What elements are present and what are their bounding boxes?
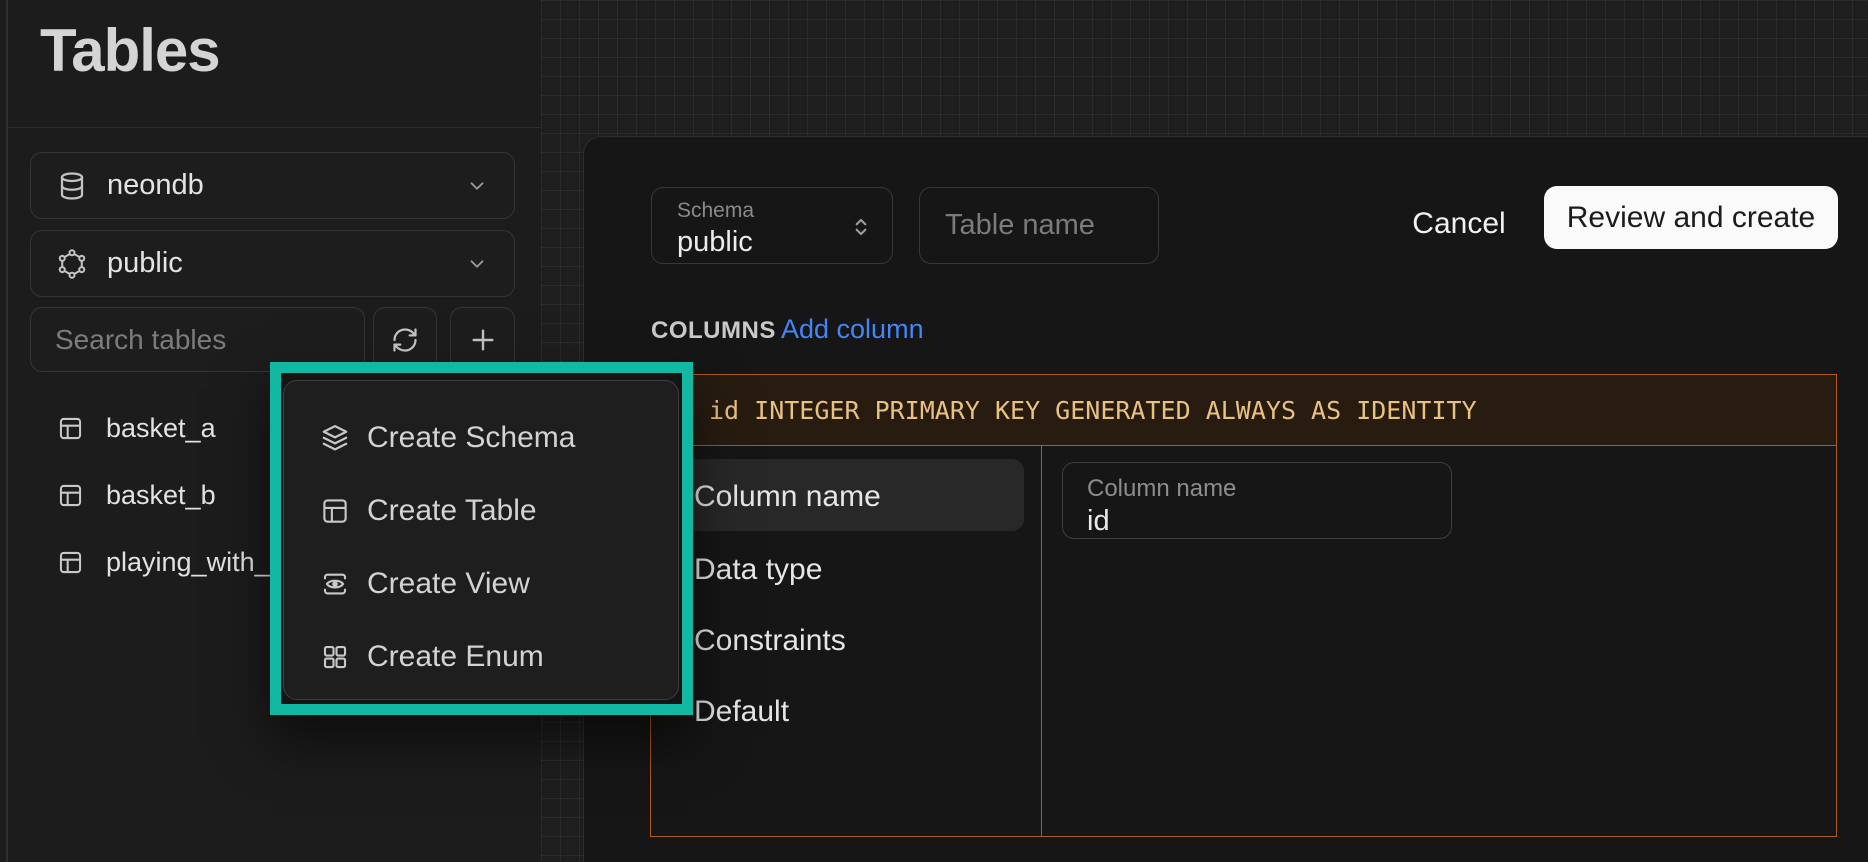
table-name: basket_a [106,413,216,444]
view-eye-icon [320,569,350,599]
schema-select[interactable]: Schema public [651,187,893,264]
menu-item-label: Create Schema [367,421,575,455]
refresh-icon [391,326,419,354]
menu-item-create-schema[interactable]: Create Schema [284,401,678,474]
table-name: basket_b [106,480,216,511]
menu-item-create-table[interactable]: Create Table [284,474,678,547]
column-editor-box: id INTEGER PRIMARY KEY GENERATED ALWAYS … [650,374,1837,837]
chevron-down-icon [466,253,488,275]
schema-sidebar-select[interactable]: public [30,230,515,297]
menu-item-label: Create View [367,567,530,601]
table-name-input[interactable] [919,187,1159,264]
column-editor-nav: Column name Data type Constraints Defaul… [651,446,1041,836]
columns-section-heading: COLUMNS [651,317,776,345]
plus-icon [467,324,499,356]
menu-item-create-view[interactable]: Create View [284,547,678,620]
column-editor-body: Column name Data type Constraints Defaul… [651,446,1836,836]
schema-sidebar-select-value: public [107,247,183,280]
chevron-down-icon [466,175,488,197]
cancel-button[interactable]: Cancel [1394,199,1524,249]
window-left-edge [6,0,8,862]
database-icon [57,171,87,201]
nav-item-default[interactable]: Default [694,695,789,729]
schema-icon [57,249,87,279]
column-name-field-input[interactable] [1087,505,1417,538]
table-icon [57,415,84,442]
tables-page: Schema public Cancel Review and create C… [0,0,1868,862]
column-name-field[interactable]: Column name [1062,462,1452,539]
create-menu-highlight-frame: Create Schema Create Table [270,362,693,715]
add-column-link[interactable]: Add column [781,314,924,345]
column-sql-text: id INTEGER PRIMARY KEY GENERATED ALWAYS … [651,396,1477,425]
table-icon [320,496,350,526]
nav-item-constraints[interactable]: Constraints [694,624,846,658]
nav-item-data-type[interactable]: Data type [694,553,822,587]
database-select[interactable]: neondb [30,152,515,219]
sidebar-divider [8,127,541,128]
create-table-panel: Schema public Cancel Review and create C… [583,136,1868,862]
menu-item-label: Create Enum [367,640,544,674]
page-title: Tables [40,16,220,85]
column-editor-form: Column name [1041,446,1836,836]
column-sql-preview-row[interactable]: id INTEGER PRIMARY KEY GENERATED ALWAYS … [651,375,1836,446]
table-name: playing_with_ [106,547,270,578]
review-and-create-button[interactable]: Review and create [1544,186,1838,249]
create-menu: Create Schema Create Table [283,380,679,700]
layers-icon [320,423,350,453]
column-name-field-label: Column name [1087,475,1451,503]
menu-item-label: Create Table [367,494,537,528]
database-select-value: neondb [107,169,204,202]
table-icon [57,482,84,509]
nav-item-column-name[interactable]: Column name [694,480,881,514]
menu-item-create-enum[interactable]: Create Enum [284,620,678,693]
grid-squares-icon [320,642,350,672]
table-icon [57,549,84,576]
chevrons-up-down-icon [848,214,874,245]
